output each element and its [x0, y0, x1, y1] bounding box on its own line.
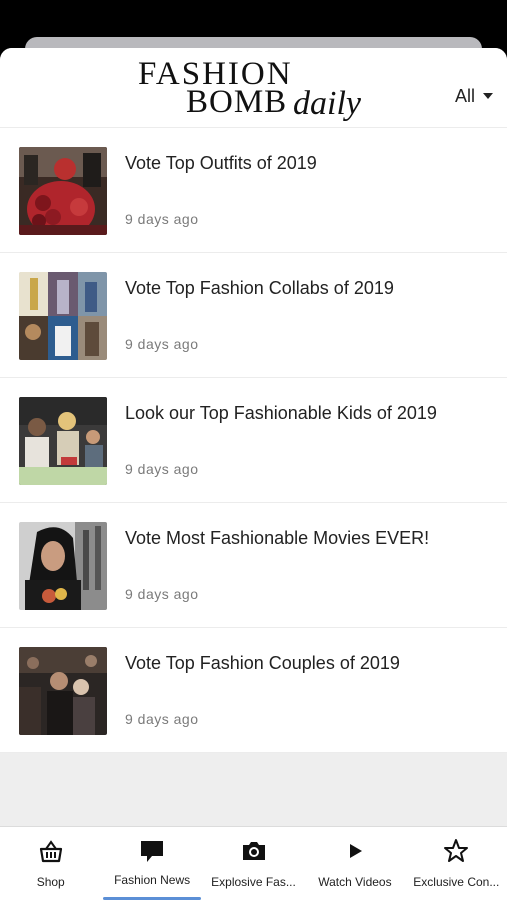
tab-label: Exclusive Con... — [413, 875, 500, 889]
article-timestamp: 9 days ago — [125, 336, 199, 352]
logo-line2: BOMB — [186, 84, 288, 120]
header: FASHION BOMB daily All — [0, 48, 507, 128]
tab-exclusive-content[interactable]: Exclusive Con... — [406, 827, 507, 900]
tab-label: Explosive Fas... — [211, 875, 296, 889]
play-icon — [341, 837, 369, 865]
article-thumbnail — [19, 397, 107, 485]
article-item[interactable]: Look our Top Fashionable Kids of 2019 9 … — [0, 378, 507, 503]
article-item[interactable]: Vote Top Fashion Collabs of 2019 9 days … — [0, 253, 507, 378]
tab-watch-videos[interactable]: Watch Videos — [304, 827, 405, 900]
bottom-tab-bar: Shop Fashion News Explosive Fas... Watch… — [0, 826, 507, 900]
article-title: Vote Top Fashion Collabs of 2019 — [125, 278, 394, 298]
article-thumbnail — [19, 522, 107, 610]
tab-fashion-news[interactable]: Fashion News — [101, 827, 202, 900]
tab-shop[interactable]: Shop — [0, 827, 101, 900]
article-item[interactable]: Vote Top Outfits of 2019 9 days ago — [0, 128, 507, 253]
fashion-bomb-daily-logo[interactable]: FASHION BOMB daily — [132, 57, 372, 127]
article-timestamp: 9 days ago — [125, 211, 199, 227]
tab-explosive-fashion[interactable]: Explosive Fas... — [203, 827, 304, 900]
shopping-basket-icon — [37, 837, 65, 865]
article-item[interactable]: Vote Top Fashion Couples of 2019 9 days … — [0, 628, 507, 753]
tab-label: Shop — [36, 875, 65, 889]
article-title: Vote Top Outfits of 2019 — [125, 153, 317, 173]
logo-daily: daily — [293, 85, 361, 122]
category-filter-dropdown[interactable]: All — [455, 84, 493, 108]
article-item[interactable]: Vote Most Fashionable Movies EVER! 9 day… — [0, 503, 507, 628]
article-timestamp: 9 days ago — [125, 461, 199, 477]
article-thumbnail — [19, 147, 107, 235]
empty-list-area — [0, 753, 507, 827]
caret-down-icon — [483, 93, 493, 99]
article-thumbnail — [19, 272, 107, 360]
article-thumbnail — [19, 647, 107, 735]
camera-icon — [240, 837, 268, 865]
tab-label: Fashion News — [114, 873, 191, 887]
article-timestamp: 9 days ago — [125, 586, 199, 602]
filter-label: All — [454, 85, 475, 106]
article-list: Vote Top Outfits of 2019 9 days ago Vote… — [0, 128, 507, 753]
app-sheet: FASHION BOMB daily All Vote Top Outfits … — [0, 48, 507, 900]
article-title: Vote Most Fashionable Movies EVER! — [125, 528, 430, 548]
tab-label: Watch Videos — [318, 875, 392, 889]
chat-bubble-icon — [138, 837, 166, 865]
article-title: Vote Top Fashion Couples of 2019 — [125, 653, 400, 673]
star-icon — [442, 837, 470, 865]
article-title: Look our Top Fashionable Kids of 2019 — [125, 403, 437, 423]
article-timestamp: 9 days ago — [125, 711, 199, 727]
